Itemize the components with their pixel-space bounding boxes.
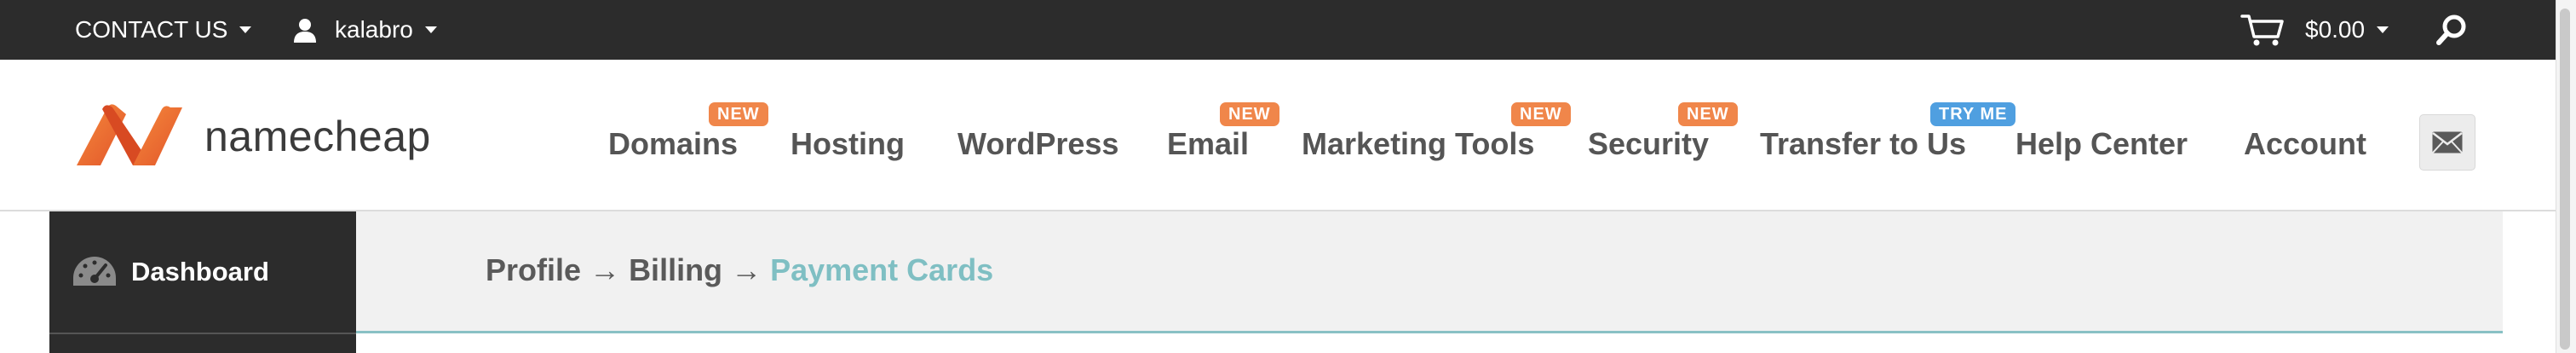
user-menu[interactable]: kalabro <box>292 0 437 60</box>
nav-marketing-tools[interactable]: Marketing Tools <box>1302 126 1534 162</box>
chevron-down-icon <box>239 26 252 33</box>
nav-help-center[interactable]: Help Center <box>2015 126 2188 162</box>
breadcrumb-billing[interactable]: Billing <box>629 252 722 287</box>
namecheap-logo-mark <box>77 104 182 165</box>
cart-total: $0.00 <box>2305 16 2366 43</box>
account-sidebar: Dashboard <box>49 211 356 353</box>
cart-menu[interactable]: $0.00 <box>2240 0 2389 60</box>
new-badge: NEW <box>1511 102 1571 126</box>
new-badge: NEW <box>709 102 768 126</box>
cart-icon <box>2240 14 2284 46</box>
breadcrumb-separator: → <box>731 252 762 287</box>
breadcrumb-separator: → <box>589 252 621 287</box>
chevron-down-icon <box>2377 26 2389 33</box>
try-me-badge: TRY ME <box>1930 102 2016 126</box>
messages-button[interactable] <box>2419 114 2475 171</box>
nav-wordpress[interactable]: WordPress <box>957 126 1118 162</box>
main-navigation: namecheap NEW Domains Hosting WordPress … <box>0 60 2556 211</box>
breadcrumb: Profile → Billing → Payment Cards <box>486 252 993 288</box>
chevron-down-icon <box>424 26 437 33</box>
search-icon <box>2436 14 2466 45</box>
namecheap-logo[interactable]: namecheap <box>73 102 431 171</box>
speedometer-icon <box>73 257 116 286</box>
new-badge: NEW <box>1678 102 1738 126</box>
envelope-icon <box>2432 131 2463 153</box>
logo-text: namecheap <box>204 113 431 160</box>
nav-email[interactable]: Email <box>1167 126 1249 162</box>
nav-hosting[interactable]: Hosting <box>791 126 905 162</box>
nav-security[interactable]: Security <box>1588 126 1709 162</box>
nav-domains[interactable]: Domains <box>608 126 738 162</box>
sidebar-item-label: Dashboard <box>131 257 269 286</box>
breadcrumb-bar: Profile → Billing → Payment Cards <box>356 211 2503 333</box>
top-utility-bar: CONTACT US kalabro $0.00 <box>0 0 2556 60</box>
nav-transfer-to-us[interactable]: Transfer to Us <box>1760 126 1966 162</box>
search-button[interactable] <box>2435 0 2469 60</box>
username-label: kalabro <box>335 16 413 43</box>
new-badge: NEW <box>1220 102 1279 126</box>
sidebar-item-dashboard[interactable]: Dashboard <box>49 211 356 333</box>
breadcrumb-payment-cards: Payment Cards <box>770 252 994 287</box>
sidebar-divider <box>49 333 356 334</box>
breadcrumb-profile[interactable]: Profile <box>486 252 581 287</box>
contact-us-label: CONTACT US <box>75 16 228 43</box>
contact-us-menu[interactable]: CONTACT US <box>75 0 252 60</box>
scrollbar-thumb[interactable] <box>2560 9 2570 350</box>
nav-account[interactable]: Account <box>2244 126 2366 162</box>
user-icon <box>294 19 316 43</box>
